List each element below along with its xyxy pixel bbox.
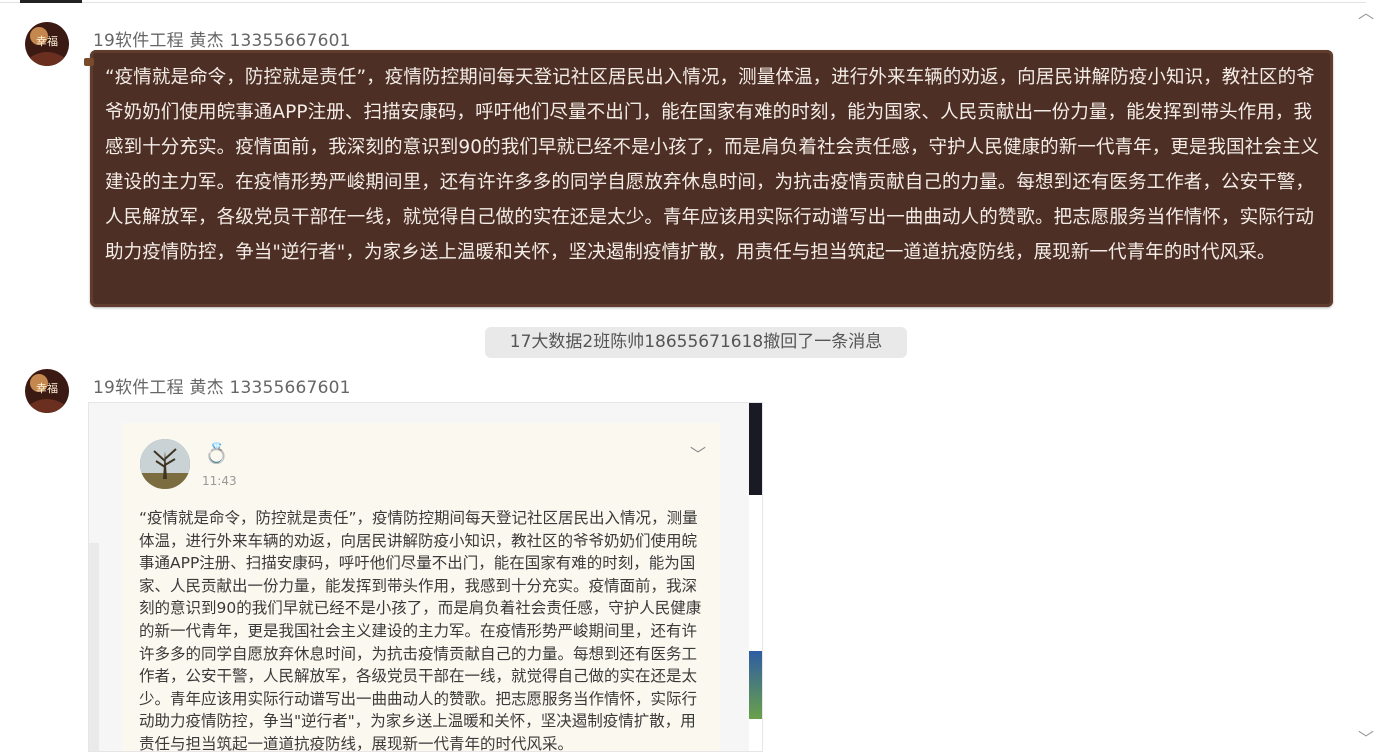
avatar-image: 幸福 <box>25 369 69 413</box>
top-divider <box>0 2 1366 3</box>
message-bubble[interactable]: “疫情就是命令，防控就是责任”，疫情防控期间每天登记社区居民出入情况，测量体温，… <box>84 50 1333 307</box>
post-text: “疫情就是命令，防控就是责任”，疫情防控期间每天登记社区居民出入情况，测量体温，… <box>139 509 702 752</box>
image-left-edge <box>89 543 99 751</box>
image-right-photo-region <box>749 651 762 719</box>
image-right-dark-region <box>749 403 762 495</box>
tree-icon <box>140 439 190 489</box>
recall-notice: 17大数据2班陈帅18655671618撤回了一条消息 <box>485 327 907 358</box>
screenshot-post-card: 💍 11:43 ﹀ “疫情就是命令，防控就是责任”，疫情防控期间每天登记社区居民… <box>122 423 720 752</box>
avatar[interactable]: 幸福 <box>25 369 69 413</box>
ring-icon: 💍 <box>204 441 229 465</box>
sender-name[interactable]: 19软件工程 黄杰 13355667601 <box>93 373 351 398</box>
active-tab-indicator <box>20 0 82 3</box>
avatar-image: 幸福 <box>25 22 69 66</box>
sender-name[interactable]: 19软件工程 黄杰 13355667601 <box>93 26 351 51</box>
image-message[interactable]: 💍 11:43 ﹀ “疫情就是命令，防控就是责任”，疫情防控期间每天登记社区居民… <box>88 402 763 752</box>
scroll-up-icon[interactable]: ︿ <box>1356 4 1376 22</box>
chevron-down-icon: ﹀ <box>689 445 706 464</box>
avatar-text: 幸福 <box>36 34 58 48</box>
scroll-down-icon[interactable]: ﹀ <box>1356 730 1376 748</box>
avatar-text: 幸福 <box>36 381 58 395</box>
post-time: 11:43 <box>202 474 237 488</box>
message-text: “疫情就是命令，防控就是责任”，疫情防控期间每天登记社区居民出入情况，测量体温，… <box>105 67 1320 263</box>
post-avatar <box>140 439 190 489</box>
avatar[interactable]: 幸福 <box>25 22 69 66</box>
